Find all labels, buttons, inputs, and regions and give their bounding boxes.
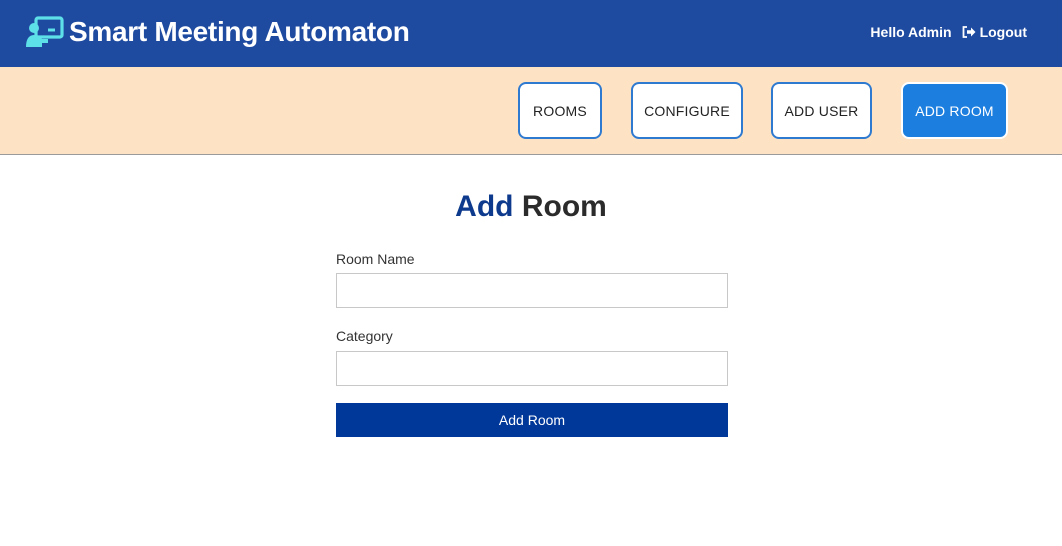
logout-link[interactable]: Logout [962, 24, 1027, 40]
room-name-input[interactable] [336, 273, 728, 308]
brand[interactable]: Smart Meeting Automaton [26, 15, 410, 49]
category-label: Category [336, 328, 393, 344]
page-title: Add Room [0, 188, 1062, 226]
nav-rooms-button[interactable]: ROOMS [518, 82, 602, 139]
page-title-rest: Room [521, 190, 607, 223]
presentation-user-icon [26, 16, 64, 47]
page-title-accent: Add [455, 190, 514, 223]
add-room-submit-button[interactable]: Add Room [336, 403, 728, 437]
sign-out-icon [962, 26, 976, 38]
top-header: Smart Meeting Automaton Hello Admin Logo… [0, 0, 1062, 67]
nav-add-room-button[interactable]: ADD ROOM [901, 82, 1008, 139]
logout-label: Logout [979, 24, 1027, 40]
room-name-label: Room Name [336, 251, 415, 267]
app-title: Smart Meeting Automaton [69, 16, 410, 47]
nav-configure-button[interactable]: CONFIGURE [631, 82, 743, 139]
nav-bar: ROOMS CONFIGURE ADD USER ADD ROOM [0, 67, 1062, 155]
greeting-text: Hello Admin [870, 24, 952, 40]
user-area: Hello Admin Logout [870, 24, 1027, 40]
nav-add-user-button[interactable]: ADD USER [771, 82, 872, 139]
category-input[interactable] [336, 351, 728, 386]
